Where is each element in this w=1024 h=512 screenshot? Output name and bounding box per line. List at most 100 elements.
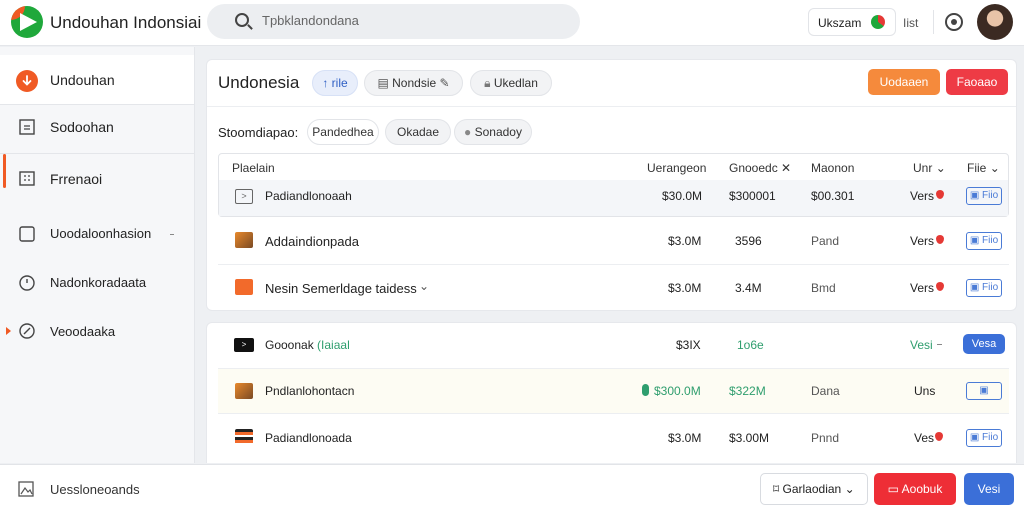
chip-label: Sonadoy: [474, 125, 522, 139]
search-input[interactable]: [262, 13, 562, 28]
alert-icon: [935, 432, 943, 441]
user-label: Ukszam: [818, 16, 862, 30]
row-value: Dana: [811, 384, 840, 398]
checkbox-icon: [18, 225, 36, 243]
item-dash: [937, 344, 942, 345]
row-value: $00.301: [811, 189, 855, 203]
download-icon: [16, 70, 38, 92]
panel-divider: [207, 106, 1016, 107]
bookmark-icon: ⌑: [773, 482, 780, 496]
file-icon: ▣: [969, 282, 980, 293]
row-name: Padiandlonoada: [265, 431, 352, 445]
chevron-down-icon[interactable]: ⌄: [419, 279, 429, 293]
file-button[interactable]: ▣ Fiio: [966, 279, 1002, 297]
app-logo-icon[interactable]: [11, 6, 43, 38]
faoaao-button[interactable]: Faoaao: [946, 69, 1008, 95]
row-name-group: Gooonak (Iaiaal: [265, 338, 350, 352]
settings-icon[interactable]: [945, 13, 963, 31]
image-icon: [18, 481, 34, 500]
row-value: 3596: [735, 234, 762, 248]
alert-icon: [936, 235, 944, 244]
sidebar-item-nadonkoradaata[interactable]: Nadonkoradaata: [0, 258, 194, 308]
row-value: Bmd: [811, 281, 836, 295]
item-dash: [170, 234, 174, 235]
alert-icon: [936, 282, 944, 291]
aoobuk-button[interactable]: ▭ Aoobuk: [874, 473, 956, 505]
close-icon: ✕: [781, 161, 792, 175]
file-icon: ▣: [969, 432, 980, 443]
bottom-bar: Uessloneoands ⌑ Garlaodian ⌄ ▭ Aoobuk Ve…: [0, 464, 1024, 512]
row-value: 3.4M: [735, 281, 762, 295]
column-header-unr[interactable]: Unr ⌄: [913, 161, 946, 175]
row-value: $3.00M: [729, 431, 770, 445]
filter-chip-sonadoy[interactable]: ● Sonadoy: [454, 119, 532, 145]
chevron-down-icon: ⌄: [844, 482, 855, 496]
file-pill[interactable]: ↑ rile: [312, 70, 358, 96]
list-link[interactable]: Iist: [903, 16, 918, 30]
row-status: Vers: [910, 234, 935, 248]
column-header-maonon[interactable]: Maonon: [811, 161, 854, 175]
dropdown-label: Garlaodian: [782, 482, 842, 496]
row-name: Gooonak: [265, 338, 314, 352]
terminal-icon: >: [234, 338, 254, 352]
chevron-down-icon: ⌄: [935, 161, 946, 175]
row-value: $3.0M: [668, 234, 702, 248]
document-icon: [18, 118, 36, 136]
nondsie-pill[interactable]: ▤ Nondsie ✎: [364, 70, 463, 96]
ukedlan-pill[interactable]: 🔒︎ Ukedlan: [470, 70, 552, 96]
file-button[interactable]: ▣ Fiio: [966, 187, 1002, 205]
row-divider: [218, 264, 1009, 265]
column-header-uerangeon[interactable]: Uerangeon: [647, 161, 706, 175]
header-label: Fiie: [967, 161, 987, 175]
sidebar-item-uoodaloonhasion[interactable]: Uoodaloonhasion: [0, 209, 194, 259]
thumbnail-icon: [235, 232, 253, 248]
top-header: Undouhan Indonsiai Ukszam Iist: [0, 0, 1024, 46]
row-status: Vers: [910, 281, 935, 295]
main-panel: Undonesia ↑ rile ▤ Nondsie ✎ 🔒︎ Ukedlan …: [206, 59, 1017, 311]
page-title: Undonesia: [218, 73, 300, 92]
row-value: $300001: [729, 189, 776, 203]
sidebar-item-label: Nadonkoradaata: [50, 275, 147, 290]
header-label: Unr: [913, 161, 933, 175]
file-button[interactable]: ▣ Fiio: [966, 232, 1002, 250]
sidebar-item-sodoohan[interactable]: Sodoohan: [0, 105, 194, 155]
thumbnail-icon: [235, 383, 253, 399]
row-value: $300.0M: [654, 384, 701, 398]
file-button[interactable]: ▣: [966, 382, 1002, 400]
header-label: Gnooedc: [729, 161, 778, 175]
leaf-icon: [642, 384, 649, 396]
row-value: $3.0M: [668, 431, 702, 445]
sidebar-item-undouhan[interactable]: Undouhan: [0, 55, 194, 105]
sidebar-item-label: Frrenaoi: [50, 171, 103, 187]
avatar[interactable]: [977, 4, 1013, 40]
vesa-button[interactable]: Vesa: [963, 334, 1005, 354]
file-icon: ▣: [979, 385, 989, 396]
uodaaen-button[interactable]: Uodaaen: [868, 69, 940, 95]
category-dropdown[interactable]: ⌑ Garlaodian ⌄: [760, 473, 868, 505]
secondary-panel: > Gooonak (Iaiaal $3IX 1o6e Vesi Vesa Pn…: [206, 322, 1017, 463]
thumbnail-icon: [235, 279, 253, 295]
chevron-down-icon: ⌄: [989, 161, 1000, 175]
vesi-button[interactable]: Vesi: [964, 473, 1014, 505]
header-divider: [933, 10, 934, 34]
pill-label: rile: [331, 76, 348, 90]
file-button[interactable]: ▣ Fiio: [966, 429, 1002, 447]
doc-icon: ▤: [377, 76, 389, 90]
filter-label: Stoomdiapao:: [218, 125, 299, 140]
filter-chip-pandedhea[interactable]: Pandedhea: [307, 119, 379, 145]
column-header-gnooedc[interactable]: Gnooedc ✕: [729, 161, 791, 175]
row-name: Pndlanlohontacn: [265, 384, 355, 398]
circle-icon: ●: [464, 125, 472, 139]
file-label: Fiio: [982, 190, 999, 201]
row-value: $30.0M: [662, 189, 703, 203]
row-value: $322M: [729, 384, 766, 398]
sidebar-item-frrenaoi[interactable]: Frrenaoi: [0, 154, 194, 204]
row-status: Ves: [914, 431, 935, 445]
column-header-file[interactable]: Fiie ⌄: [967, 161, 1000, 175]
sidebar-item-veoodaaka[interactable]: Veoodaaka: [0, 307, 194, 357]
filter-chip-okadae[interactable]: Okadae: [385, 119, 451, 145]
row-status: Vesi: [910, 338, 933, 352]
file-icon: ▣: [969, 235, 980, 246]
clock-icon: [18, 274, 36, 292]
column-header-name[interactable]: Plaelain: [232, 161, 275, 175]
